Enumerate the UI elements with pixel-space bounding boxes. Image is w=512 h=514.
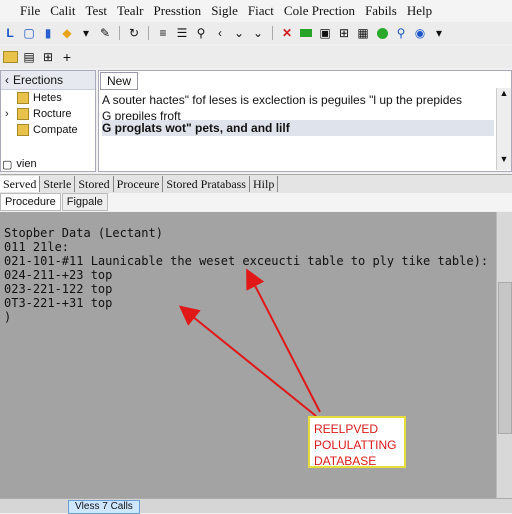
annotation-line: DATABASE [314, 454, 377, 468]
arrow-to-rows [178, 305, 317, 417]
annotation-arrows [178, 268, 321, 417]
annotation-line: REELPVED [314, 422, 379, 436]
annotation-box: REELPVED POLULATTING DATABASE [308, 416, 406, 468]
annotation-line: POLULATTING [314, 438, 397, 452]
